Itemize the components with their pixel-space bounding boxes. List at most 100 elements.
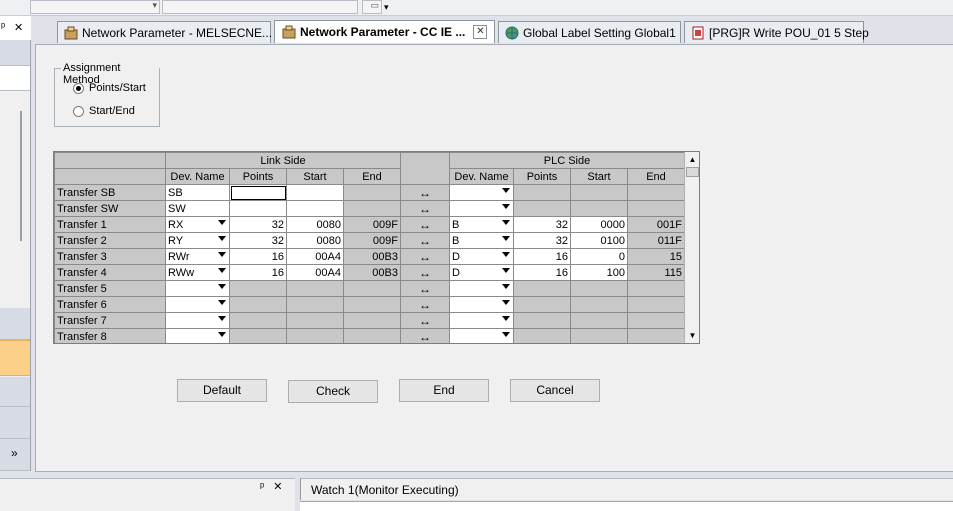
tab-network-parameter-melsecnet[interactable]: Network Parameter - MELSECNE... (57, 21, 272, 43)
plc-points-cell[interactable] (513, 184, 571, 201)
plc-dev-name-cell[interactable]: D (449, 248, 514, 265)
plc-start-cell[interactable] (570, 296, 628, 313)
chevron-down-icon[interactable] (502, 332, 510, 337)
link-dev-name-cell[interactable] (165, 328, 230, 343)
plc-points-cell[interactable]: 32 (513, 232, 571, 249)
link-dev-name-cell[interactable] (165, 280, 230, 297)
chevron-down-icon[interactable] (502, 188, 510, 193)
plc-dev-name-cell[interactable] (449, 296, 514, 313)
scroll-up-icon[interactable]: ▲ (686, 153, 699, 166)
link-points-cell[interactable] (229, 296, 287, 313)
chevron-down-icon[interactable] (502, 220, 510, 225)
plc-dev-name-cell[interactable]: B (449, 216, 514, 233)
link-start-cell[interactable] (286, 280, 344, 297)
left-panel-nav-item-selected[interactable] (0, 340, 30, 376)
chevron-down-icon[interactable] (502, 204, 510, 209)
close-icon[interactable]: ✕ (273, 481, 282, 493)
link-points-cell[interactable]: 16 (229, 264, 287, 281)
plc-points-cell[interactable] (513, 312, 571, 329)
plc-start-cell[interactable]: 0000 (570, 216, 628, 233)
link-dev-name-cell[interactable]: RX (165, 216, 230, 233)
left-panel-nav-item[interactable] (0, 308, 30, 340)
link-dev-name-cell[interactable]: RWw (165, 264, 230, 281)
pin-icon[interactable]: ᵖ (260, 481, 264, 493)
plc-points-cell[interactable]: 32 (513, 216, 571, 233)
toolbar-combo-2[interactable] (162, 0, 358, 14)
plc-dev-name-cell[interactable]: D (449, 264, 514, 281)
link-points-cell[interactable] (229, 184, 287, 201)
chevron-down-icon[interactable] (218, 316, 226, 321)
chevron-down-icon[interactable] (502, 252, 510, 257)
plc-dev-name-cell[interactable] (449, 280, 514, 297)
plc-start-cell[interactable] (570, 328, 628, 343)
close-icon[interactable]: ✕ (14, 21, 23, 34)
chevron-down-icon[interactable] (218, 220, 226, 225)
link-points-cell[interactable]: 32 (229, 232, 287, 249)
chevron-down-icon[interactable] (502, 236, 510, 241)
tab-global-label-setting[interactable]: Global Label Setting Global1 (498, 21, 681, 43)
plc-start-cell[interactable] (570, 280, 628, 297)
link-points-cell[interactable] (229, 280, 287, 297)
collapse-icon[interactable]: » (11, 446, 18, 460)
plc-start-cell[interactable] (570, 312, 628, 329)
plc-start-cell[interactable]: 0100 (570, 232, 628, 249)
scroll-down-icon[interactable]: ▼ (686, 329, 699, 342)
link-start-cell[interactable]: 00A4 (286, 248, 344, 265)
scroll-thumb[interactable] (686, 167, 699, 177)
plc-points-cell[interactable]: 16 (513, 248, 571, 265)
left-panel-scrollbar[interactable] (20, 111, 22, 241)
end-button[interactable]: End (399, 379, 489, 402)
tab-program-pou[interactable]: [PRG]R Write POU_01 5 Step (684, 21, 869, 43)
plc-start-cell[interactable] (570, 200, 628, 217)
link-points-cell[interactable] (229, 328, 287, 343)
link-dev-name-cell[interactable]: SW (165, 200, 230, 217)
link-start-cell[interactable] (286, 312, 344, 329)
link-start-cell[interactable] (286, 328, 344, 343)
plc-dev-name-cell[interactable]: B (449, 232, 514, 249)
link-start-cell[interactable]: 0080 (286, 216, 344, 233)
chevron-down-icon[interactable] (218, 332, 226, 337)
watch-window-title[interactable]: Watch 1(Monitor Executing) (300, 478, 953, 500)
link-start-cell[interactable]: 00A4 (286, 264, 344, 281)
check-button[interactable]: Check (288, 380, 378, 403)
link-points-cell[interactable] (229, 200, 287, 217)
tab-network-parameter-cc-ie[interactable]: Network Parameter - CC IE ... ✕ (274, 20, 495, 43)
plc-points-cell[interactable] (513, 280, 571, 297)
chevron-down-icon[interactable] (218, 236, 226, 241)
link-dev-name-cell[interactable] (165, 312, 230, 329)
chevron-down-icon[interactable] (218, 268, 226, 273)
link-points-cell[interactable] (229, 312, 287, 329)
link-start-cell[interactable] (286, 200, 344, 217)
link-dev-name-cell[interactable] (165, 296, 230, 313)
link-start-cell[interactable] (286, 184, 344, 201)
plc-dev-name-cell[interactable] (449, 312, 514, 329)
plc-dev-name-cell[interactable] (449, 328, 514, 343)
radio-start-end[interactable]: Start/End (73, 105, 135, 117)
link-dev-name-cell[interactable]: SB (165, 184, 230, 201)
link-dev-name-cell[interactable]: RY (165, 232, 230, 249)
toolbar-dropdown-icon[interactable]: ▾ (384, 2, 389, 13)
link-start-cell[interactable] (286, 296, 344, 313)
chevron-down-icon[interactable] (502, 268, 510, 273)
chevron-down-icon[interactable] (502, 300, 510, 305)
plc-points-cell[interactable] (513, 296, 571, 313)
link-dev-name-cell[interactable]: RWr (165, 248, 230, 265)
left-panel-band[interactable] (0, 40, 30, 66)
cancel-button[interactable]: Cancel (510, 379, 600, 402)
chevron-down-icon[interactable] (218, 252, 226, 257)
chevron-down-icon[interactable] (502, 316, 510, 321)
plc-points-cell[interactable]: 16 (513, 264, 571, 281)
plc-start-cell[interactable]: 100 (570, 264, 628, 281)
plc-points-cell[interactable] (513, 200, 571, 217)
left-panel-nav-item[interactable]: » (0, 439, 30, 471)
plc-dev-name-cell[interactable] (449, 184, 514, 201)
plc-start-cell[interactable]: 0 (570, 248, 628, 265)
left-panel-nav-item[interactable] (0, 377, 30, 407)
close-tab-icon[interactable]: ✕ (473, 25, 488, 39)
link-points-cell[interactable]: 16 (229, 248, 287, 265)
default-button[interactable]: Default (177, 379, 267, 402)
link-start-cell[interactable]: 0080 (286, 232, 344, 249)
grid-vertical-scrollbar[interactable]: ▲ ▼ (684, 152, 699, 343)
toolbar-find-button[interactable]: ▭ (362, 0, 382, 14)
link-points-cell[interactable]: 32 (229, 216, 287, 233)
